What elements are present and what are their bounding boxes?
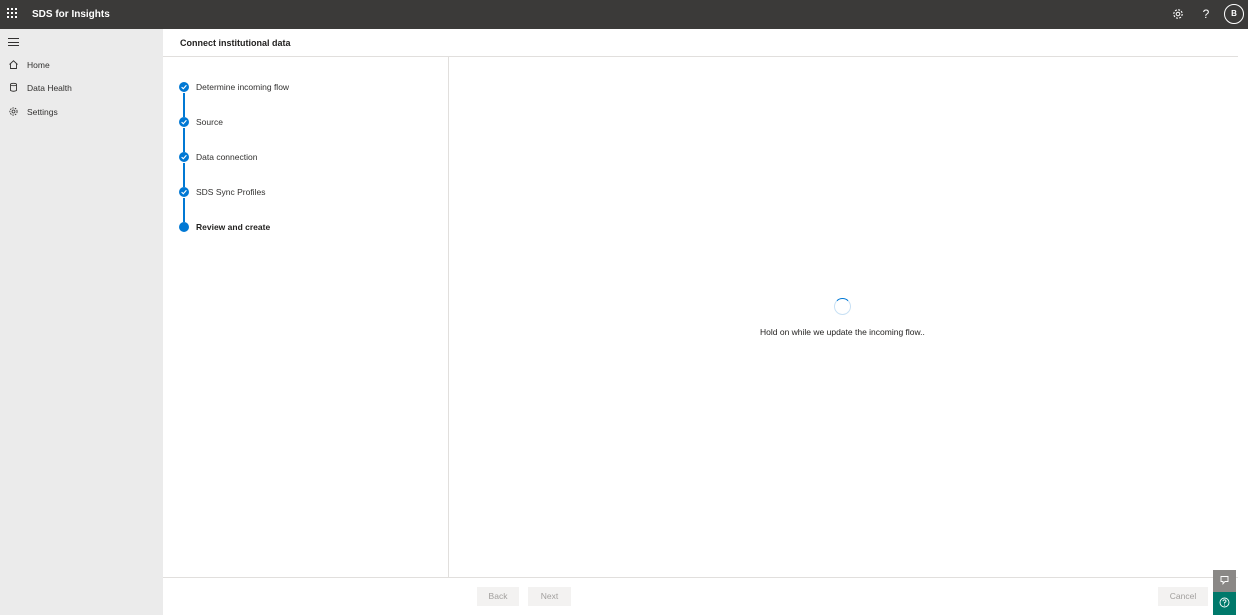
checkmark-icon <box>179 152 189 162</box>
help-button[interactable] <box>1213 592 1236 615</box>
step-label: Determine incoming flow <box>196 82 290 92</box>
sidebar-item-data-health[interactable]: Data Health <box>0 78 163 98</box>
gear-icon[interactable] <box>1171 7 1185 21</box>
waffle-icon[interactable] <box>7 8 19 20</box>
home-icon <box>8 59 19 70</box>
feedback-button[interactable] <box>1213 570 1236 592</box>
hamburger-menu-icon[interactable] <box>8 38 19 46</box>
step-review-and-create[interactable]: Review and create <box>163 217 449 237</box>
step-source[interactable]: Source <box>163 112 449 132</box>
next-button[interactable]: Next <box>528 587 571 606</box>
question-icon[interactable]: ? <box>1200 6 1212 22</box>
cancel-button[interactable]: Cancel <box>1158 587 1208 606</box>
page-title: Connect institutional data <box>180 38 291 48</box>
step-label: Data connection <box>196 152 258 162</box>
sidebar-item-label: Data Health <box>27 83 72 93</box>
avatar[interactable]: B <box>1224 4 1244 24</box>
step-label: Source <box>196 117 223 127</box>
checkmark-icon <box>179 117 189 127</box>
checkmark-icon <box>179 187 189 197</box>
step-label: SDS Sync Profiles <box>196 187 266 197</box>
checkmark-icon <box>179 82 189 92</box>
step-label: Review and create <box>196 222 271 232</box>
loading-message: Hold on while we update the incoming flo… <box>760 327 925 337</box>
step-sds-sync-profiles[interactable]: SDS Sync Profiles <box>163 182 449 202</box>
step-determine-incoming-flow[interactable]: Determine incoming flow <box>163 77 449 97</box>
sidebar-item-home[interactable]: Home <box>0 55 163 75</box>
sidebar-item-label: Home <box>27 60 50 70</box>
left-nav: Home Data Health Settings <box>0 29 163 615</box>
wizard-steps: Determine incoming flow Source Data conn… <box>163 57 449 577</box>
app-title[interactable]: SDS for Insights <box>32 9 110 20</box>
feedback-icon <box>1220 576 1229 586</box>
divider <box>163 577 1238 578</box>
back-button[interactable]: Back <box>477 587 519 606</box>
database-icon <box>8 82 19 93</box>
gear-icon <box>8 106 19 117</box>
current-step-dot-icon <box>179 222 189 232</box>
top-bar: SDS for Insights ? B <box>0 0 1248 29</box>
loading-spinner-icon <box>834 298 851 315</box>
sidebar-item-label: Settings <box>27 107 58 117</box>
sidebar-item-settings[interactable]: Settings <box>0 102 163 122</box>
step-data-connection[interactable]: Data connection <box>163 147 449 167</box>
help-circle-icon <box>1219 597 1230 608</box>
